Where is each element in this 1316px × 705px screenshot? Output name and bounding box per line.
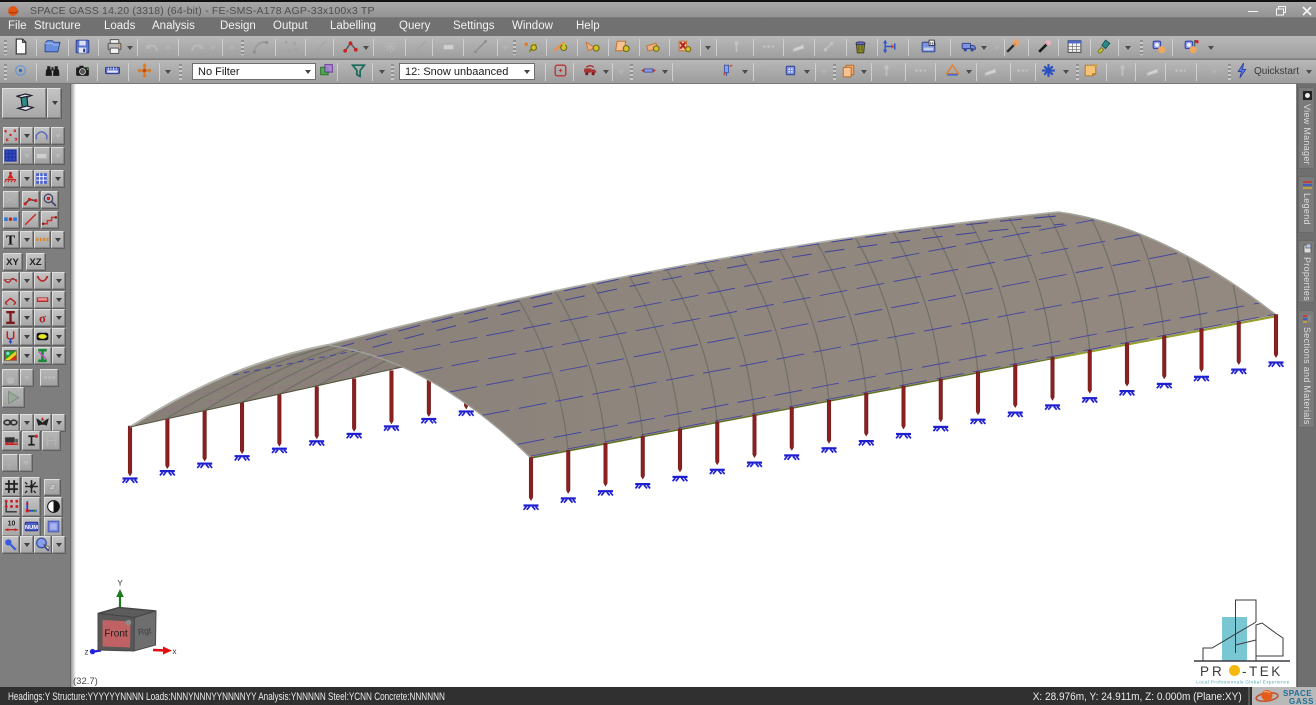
svg-text:XY: XY [6,257,19,268]
svg-text:Y: Y [117,579,123,588]
svg-text:H: H [930,41,934,47]
svg-text:-TEK: -TEK [1242,664,1283,679]
svg-text:XZ: XZ [29,257,41,268]
svg-text:Rgt: Rgt [137,625,152,637]
svg-text:z: z [85,648,89,657]
svg-text:(32.7): (32.7) [73,676,98,687]
svg-text:Local Professionals Global Ex: Local Professionals Global Experience [1196,680,1289,685]
svg-text:σ: σ [39,311,46,325]
svg-text:PR: PR [1200,664,1225,679]
svg-text:10: 10 [8,520,16,527]
svg-text:x: x [173,647,177,656]
svg-text:NUM: NUM [25,525,38,531]
svg-text:Front: Front [104,629,128,640]
svg-text:T: T [6,232,15,247]
